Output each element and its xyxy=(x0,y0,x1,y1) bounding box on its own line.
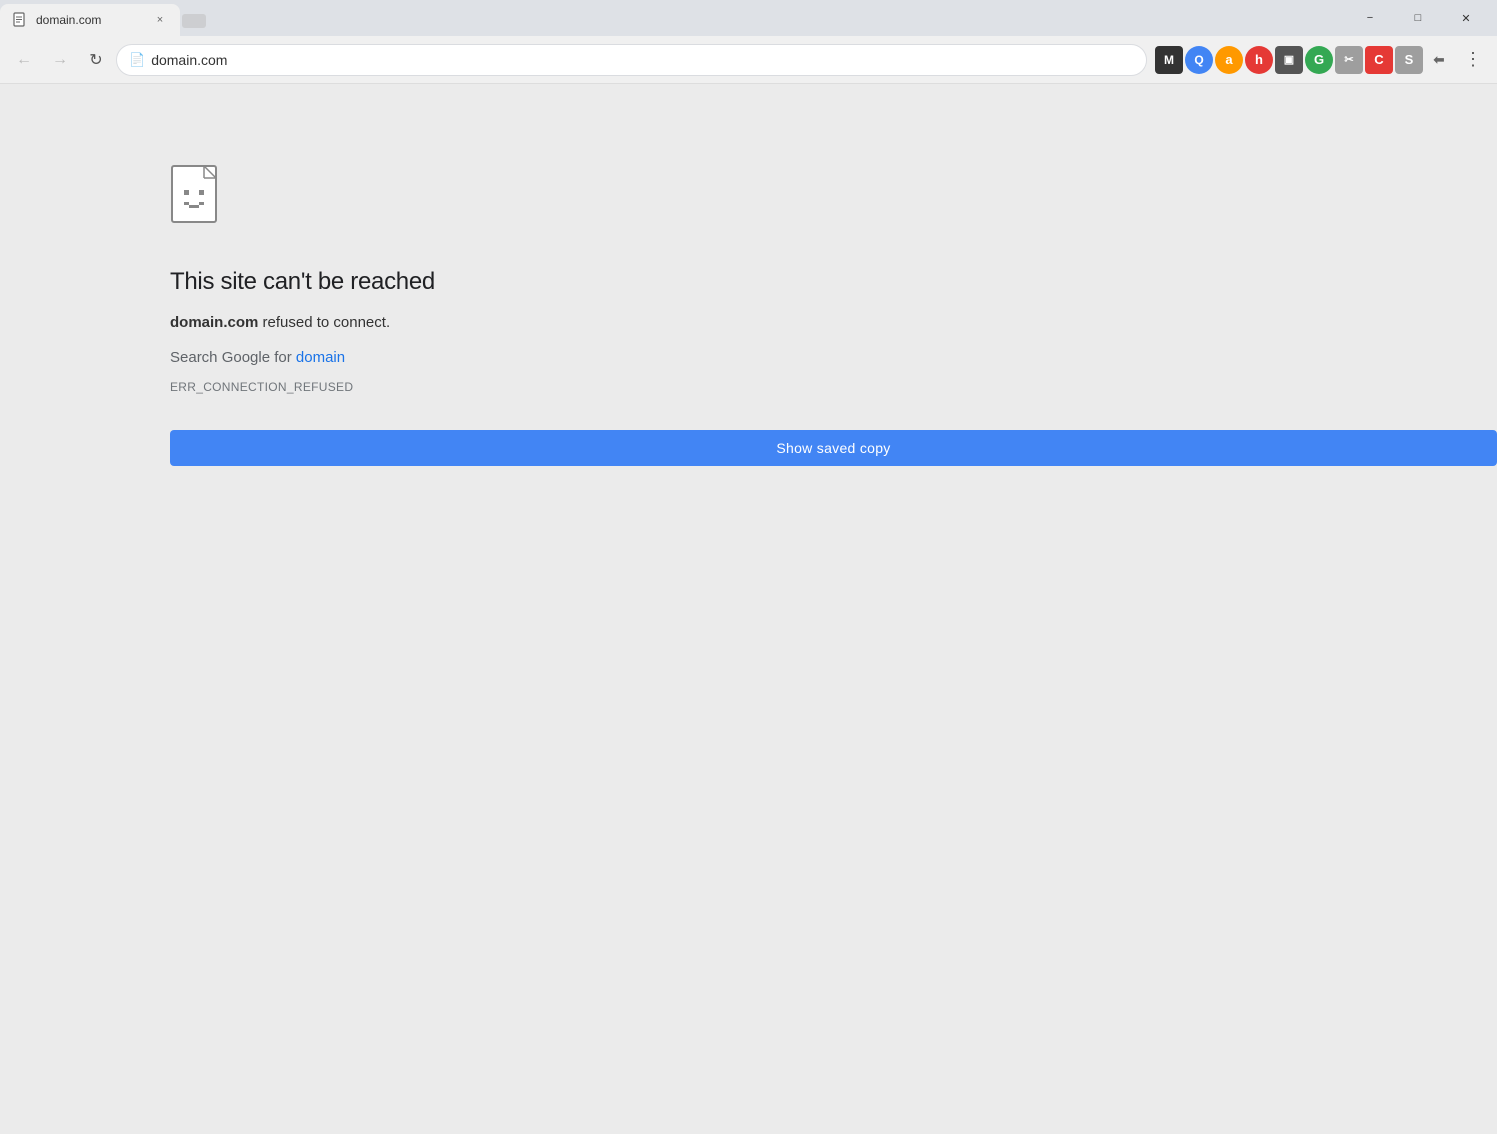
address-bar[interactable]: 📄 xyxy=(116,44,1147,76)
title-bar: domain.com × − □ ✕ xyxy=(0,0,1497,36)
address-security-icon: 📄 xyxy=(129,52,145,68)
error-search-text: Search Google for domain xyxy=(170,349,1497,366)
tab-area: domain.com × xyxy=(0,0,1339,36)
minimize-button[interactable]: − xyxy=(1347,2,1393,34)
extension-m-button[interactable]: M xyxy=(1155,46,1183,74)
extension-screen-button[interactable]: ▣ xyxy=(1275,46,1303,74)
extension-s-button[interactable]: S xyxy=(1395,46,1423,74)
toolbar: ← → ↻ 📄 M Q a h ▣ G ✂ C S ⬅ ⋮ xyxy=(0,36,1497,84)
extension-a-button[interactable]: a xyxy=(1215,46,1243,74)
back-button[interactable]: ← xyxy=(8,44,40,76)
new-tab-button[interactable] xyxy=(180,6,208,34)
browser-window: domain.com × − □ ✕ ← → ↻ 📄 M Q xyxy=(0,0,1497,1134)
error-description-post: refused to connect. xyxy=(258,314,390,331)
error-document-icon xyxy=(170,164,230,232)
error-code: ERR_CONNECTION_REFUSED xyxy=(170,380,1497,394)
extension-arrow-button[interactable]: ⬅ xyxy=(1425,46,1453,74)
extension-h-button[interactable]: h xyxy=(1245,46,1273,74)
extensions-area: M Q a h ▣ G ✂ C S ⬅ xyxy=(1155,46,1453,74)
window-controls: − □ ✕ xyxy=(1339,0,1497,36)
extension-g-button[interactable]: G xyxy=(1305,46,1333,74)
tab-title: domain.com xyxy=(36,13,144,27)
new-tab-shape-icon xyxy=(180,10,208,30)
show-saved-copy-button[interactable]: Show saved copy xyxy=(170,430,1497,466)
tab-close-button[interactable]: × xyxy=(152,12,168,28)
error-search-pre: Search Google for xyxy=(170,349,296,366)
forward-button[interactable]: → xyxy=(44,44,76,76)
page-content: This site can't be reached domain.com re… xyxy=(0,84,1497,1134)
error-search-link[interactable]: domain xyxy=(296,349,345,366)
tab-page-icon xyxy=(12,12,28,28)
extension-q-button[interactable]: Q xyxy=(1185,46,1213,74)
extension-clip-button[interactable]: ✂ xyxy=(1335,46,1363,74)
active-tab[interactable]: domain.com × xyxy=(0,4,180,36)
reload-button[interactable]: ↻ xyxy=(80,44,112,76)
error-domain-bold: domain.com xyxy=(170,314,258,331)
extension-red-button[interactable]: C xyxy=(1365,46,1393,74)
close-button[interactable]: ✕ xyxy=(1443,2,1489,34)
browser-menu-button[interactable]: ⋮ xyxy=(1457,44,1489,76)
error-heading: This site can't be reached xyxy=(170,268,1497,296)
error-description: domain.com refused to connect. xyxy=(170,312,1497,335)
maximize-button[interactable]: □ xyxy=(1395,2,1441,34)
address-input[interactable] xyxy=(151,52,1134,68)
